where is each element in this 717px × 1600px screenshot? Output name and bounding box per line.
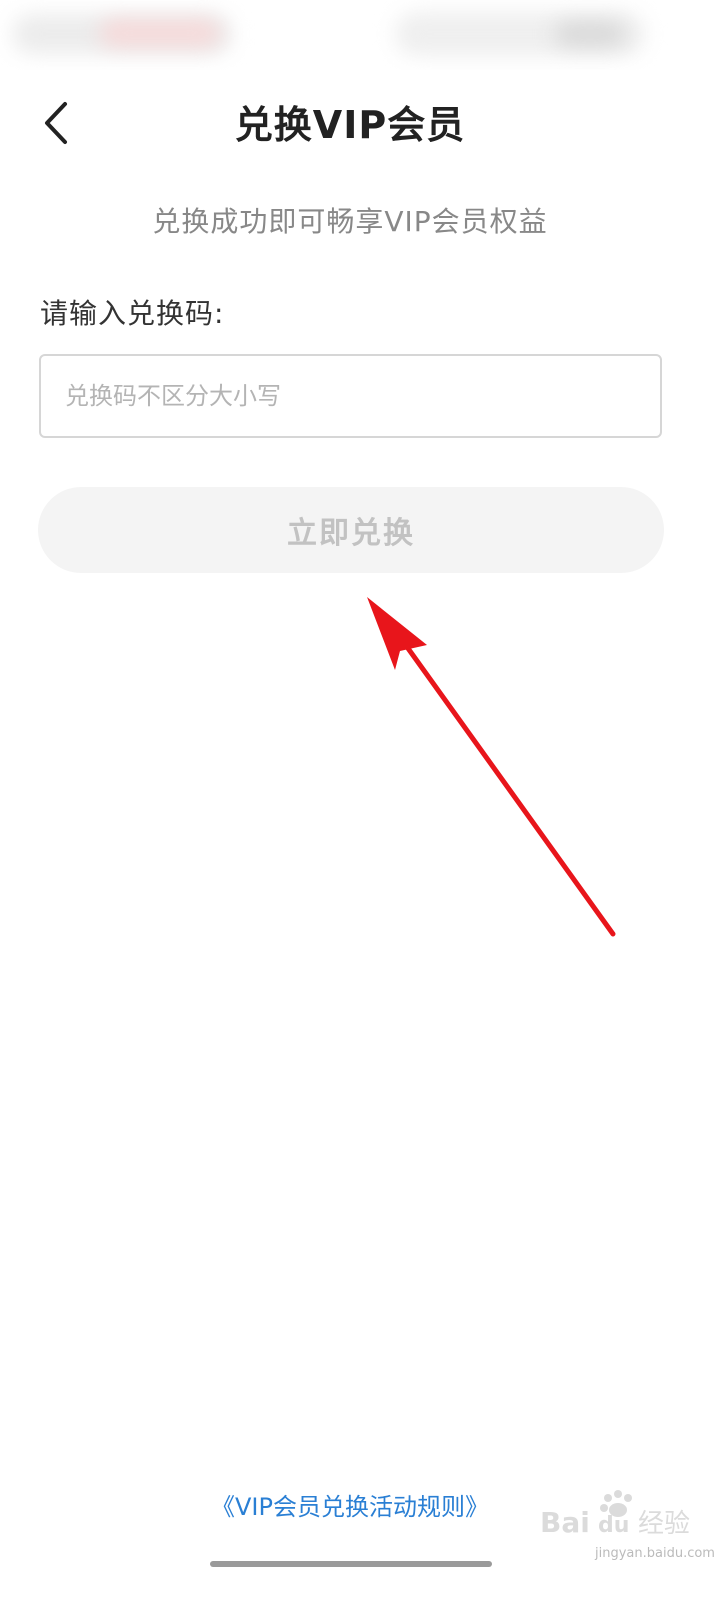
svg-text:经验: 经验: [638, 1509, 690, 1539]
redeem-vip-page: 兑换VIP会员 兑换成功即可畅享VIP会员权益 请输入兑换码: 立即兑换 《VI…: [0, 0, 717, 1600]
header: 兑换VIP会员: [0, 85, 717, 165]
redeem-code-label: 请输入兑换码:: [40, 297, 225, 330]
annotation-arrow: [367, 597, 616, 937]
svg-text:Bai: Bai: [540, 1506, 590, 1539]
page-title: 兑换VIP会员: [234, 103, 466, 147]
svg-text:du: du: [598, 1513, 629, 1538]
back-button[interactable]: [28, 95, 84, 151]
redeem-code-input[interactable]: [39, 354, 662, 438]
baidu-jingyan-watermark: Bai du 经验: [540, 1490, 690, 1539]
status-bar-blurred: [0, 0, 717, 70]
subtitle: 兑换成功即可畅享VIP会员权益: [152, 205, 548, 238]
watermark-url: jingyan.baidu.com: [595, 1546, 715, 1561]
chevron-left-icon: [45, 102, 67, 144]
redeem-now-button[interactable]: 立即兑换: [38, 487, 664, 573]
home-indicator[interactable]: [210, 1561, 492, 1567]
